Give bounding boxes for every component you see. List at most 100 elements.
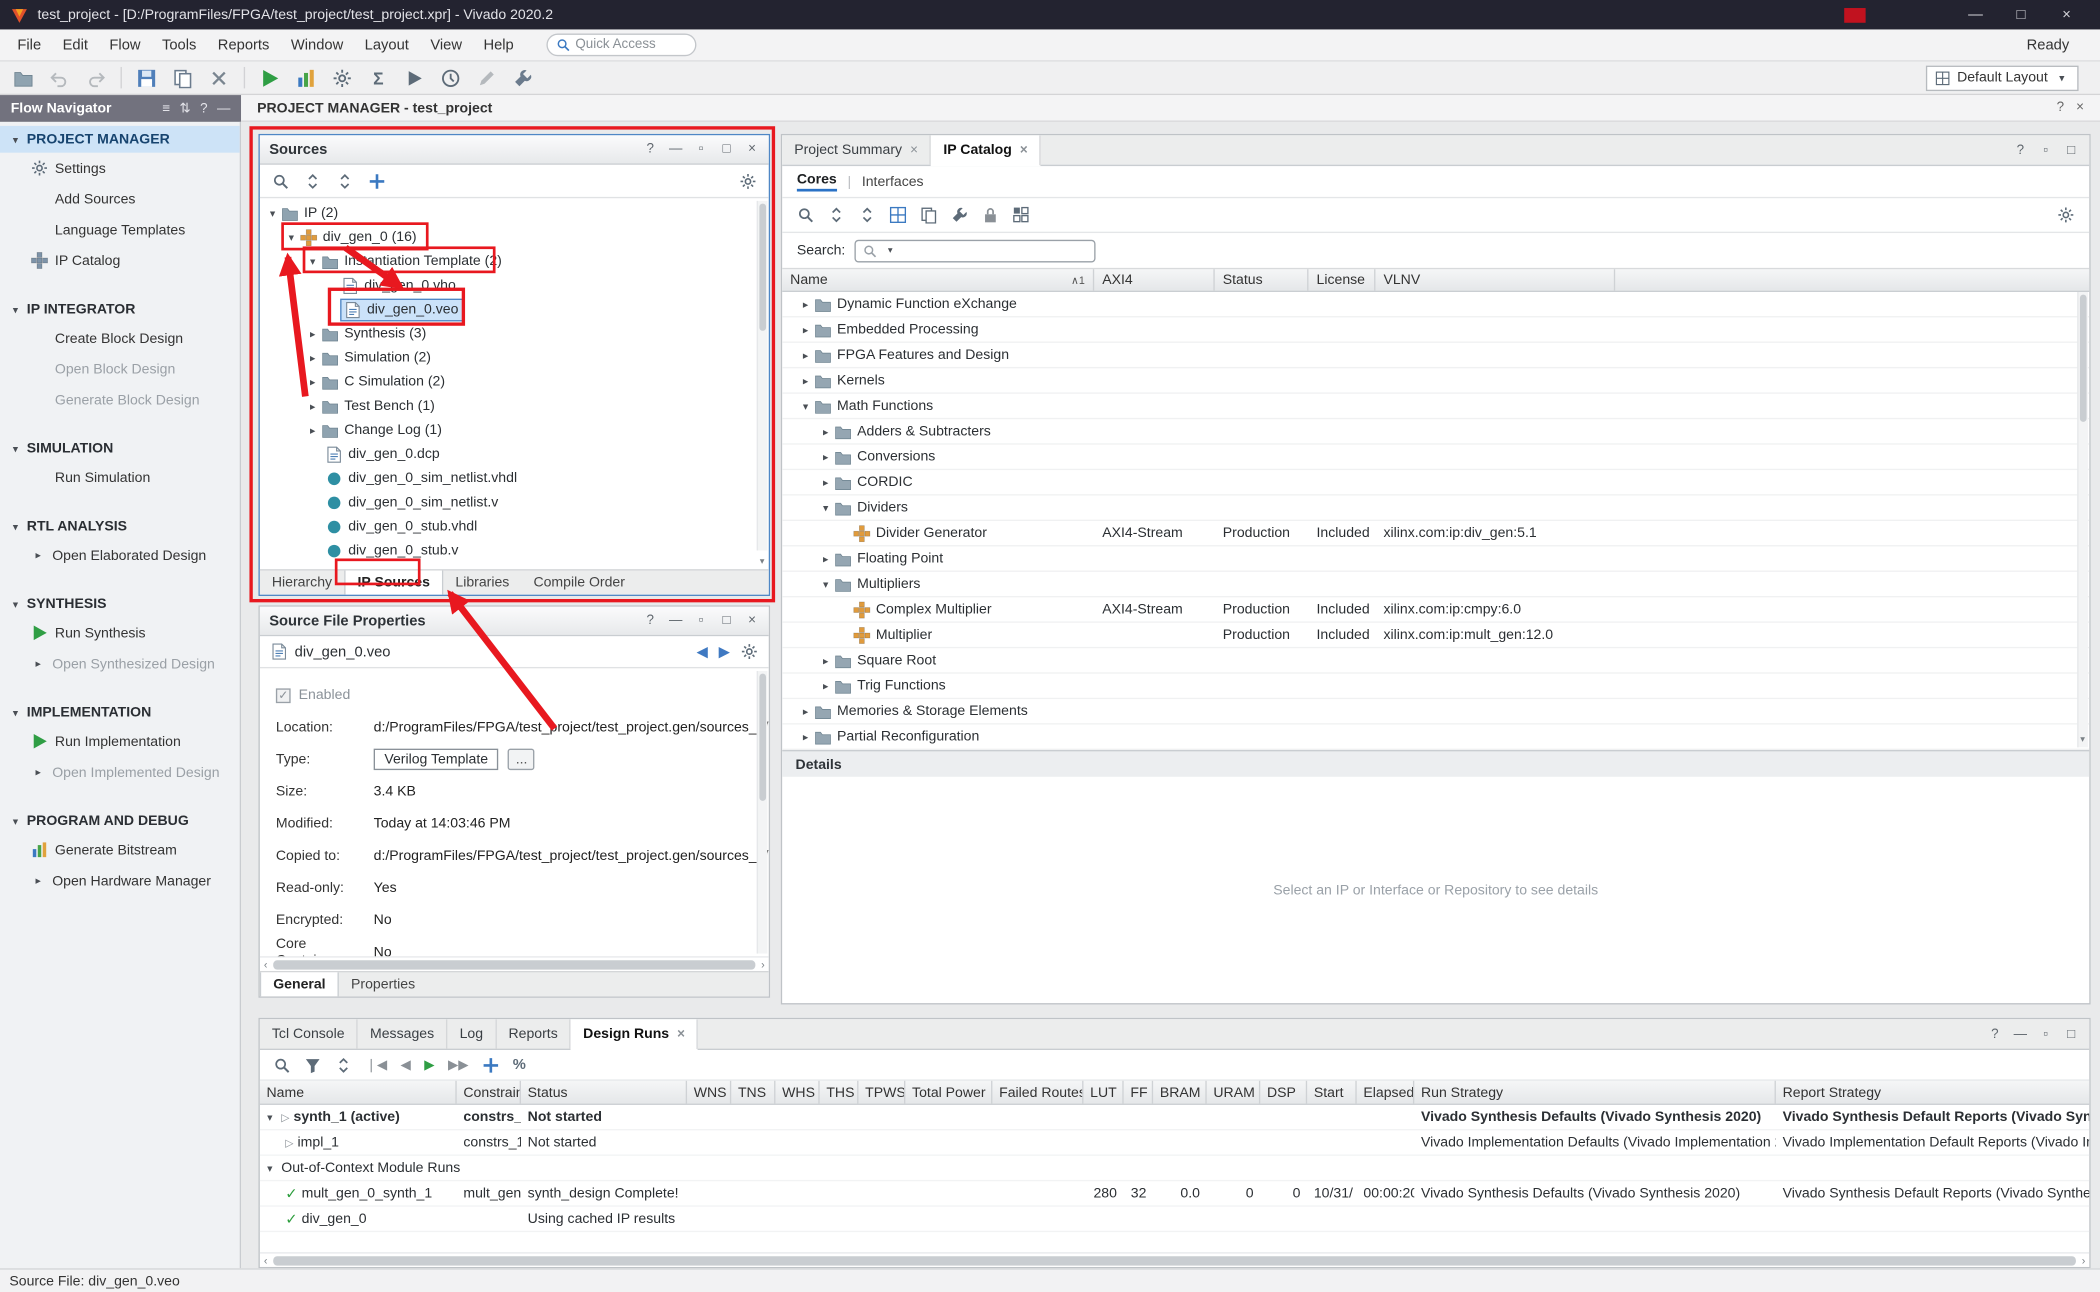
chevron-down-icon[interactable]: ▾	[263, 1111, 278, 1123]
flow-nav-section-synthesis[interactable]: ▾SYNTHESIS	[0, 591, 240, 618]
vertical-scrollbar[interactable]	[2077, 292, 2088, 747]
maximize-panel-icon[interactable]: □	[2064, 143, 2079, 158]
column-header[interactable]: Run Strategy	[1414, 1081, 1776, 1104]
float-panel-icon[interactable]: ▫	[694, 613, 709, 628]
chevron-right-icon[interactable]: ▸	[305, 327, 320, 339]
catalog-row[interactable]: ▸Memories & Storage Elements	[782, 699, 2089, 724]
tab-compile-order[interactable]: Compile Order	[521, 571, 637, 595]
chevron-right-icon[interactable]: ▸	[31, 549, 46, 561]
catalog-row[interactable]: ▸Square Root	[782, 648, 2089, 673]
flow-nav-item-open-hardware-manager[interactable]: ▸Open Hardware Manager	[0, 865, 240, 896]
minimize-window-icon[interactable]: —	[1953, 7, 1999, 23]
catalog-row[interactable]: ▸Kernels	[782, 368, 2089, 393]
settings-gear-icon[interactable]	[2057, 206, 2074, 223]
column-header[interactable]: WNS	[687, 1081, 731, 1104]
catalog-row-divider-generator[interactable]: Divider GeneratorAXI4-StreamProductionIn…	[782, 521, 2089, 546]
run-row-mult-gen-0-synth-1[interactable]: ✓mult_gen_0_synth_1 mult_gen_0synth_desi…	[260, 1181, 2089, 1206]
column-header[interactable]: Failed Routes	[992, 1081, 1083, 1104]
menu-reports[interactable]: Reports	[207, 29, 280, 60]
tree-item-simulation[interactable]: ▸Simulation (2)	[260, 346, 769, 370]
catalog-row-multiplier[interactable]: MultiplierProductionIncludedxilinx.com:i…	[782, 623, 2089, 648]
collapse-all-icon[interactable]	[828, 206, 845, 223]
tab-ip-catalog[interactable]: IP Catalog×	[931, 135, 1041, 166]
scroll-right-icon[interactable]: ›	[2082, 1254, 2086, 1266]
run-row-synth-1[interactable]: ▾▷synth_1 (active) constrs_1Not started …	[260, 1105, 2089, 1130]
float-panel-icon[interactable]: ▫	[2038, 1027, 2053, 1042]
chevron-down-icon[interactable]: ▾	[798, 400, 813, 412]
scroll-left-icon[interactable]: ‹	[264, 958, 268, 970]
run-row-impl-1[interactable]: ▷impl_1 constrs_1Not started Vivado Impl…	[260, 1130, 2089, 1155]
tab-tcl-console[interactable]: Tcl Console	[260, 1019, 358, 1048]
catalog-row-complex-multiplier[interactable]: Complex MultiplierAXI4-StreamProductionI…	[782, 597, 2089, 622]
flow-nav-section-program-and-debug[interactable]: ▾PROGRAM AND DEBUG	[0, 808, 240, 835]
settings-gear-icon[interactable]	[739, 172, 756, 189]
chevron-right-icon[interactable]: ▸	[798, 298, 813, 310]
step-back-icon[interactable]: ◀	[401, 1057, 411, 1072]
column-header-license[interactable]: License	[1308, 269, 1375, 290]
tree-item-test-bench[interactable]: ▸Test Bench (1)	[260, 394, 769, 418]
flow-nav-item-generate-block-design[interactable]: Generate Block Design	[0, 384, 240, 415]
flow-nav-section-simulation[interactable]: ▾SIMULATION	[0, 435, 240, 462]
run-icon[interactable]: ▶	[424, 1057, 434, 1072]
flow-nav-item-ip-catalog[interactable]: IP Catalog	[0, 245, 240, 276]
maximize-panel-icon[interactable]: □	[719, 613, 734, 628]
tree-item-change-log[interactable]: ▸Change Log (1)	[260, 418, 769, 442]
tree-item-instantiation-template[interactable]: ▾Instantiation Template (2)	[260, 249, 769, 273]
chevron-right-icon[interactable]: ▸	[798, 323, 813, 335]
flow-nav-item-open-block-design[interactable]: Open Block Design	[0, 354, 240, 385]
enabled-checkbox[interactable]: ✓	[276, 688, 291, 703]
float-panel-icon[interactable]: ▫	[694, 142, 709, 157]
redo-icon[interactable]	[80, 64, 111, 91]
tab-libraries[interactable]: Libraries	[443, 571, 521, 595]
type-dropdown[interactable]: Verilog Template	[374, 749, 499, 770]
column-header[interactable]: DSP	[1260, 1081, 1307, 1104]
report-icon[interactable]	[291, 64, 322, 91]
minimize-panel-icon[interactable]: —	[668, 142, 683, 157]
properties-panel-header[interactable]: Source File Properties ? — ▫ □ ×	[260, 607, 769, 636]
expand-all-icon[interactable]	[858, 206, 875, 223]
column-header[interactable]: Elapsed	[1357, 1081, 1415, 1104]
chevron-right-icon[interactable]: ▸	[818, 425, 833, 437]
skip-to-start-icon[interactable]: ❘◀	[366, 1057, 388, 1072]
tab-design-runs[interactable]: Design Runs×	[571, 1019, 698, 1050]
flow-nav-item-settings[interactable]: Settings	[0, 153, 240, 184]
subtab-interfaces[interactable]: Interfaces	[862, 173, 924, 189]
column-header-axi4[interactable]: AXI4	[1094, 269, 1215, 290]
catalog-row[interactable]: ▸Conversions	[782, 445, 2089, 470]
maximize-panel-icon[interactable]: □	[719, 142, 734, 157]
close-icon[interactable]: ×	[1020, 143, 1028, 158]
search-icon[interactable]	[797, 206, 814, 223]
undo-icon[interactable]	[44, 64, 75, 91]
chevron-right-icon[interactable]: ▸	[31, 766, 46, 778]
help-icon[interactable]: ?	[643, 142, 658, 157]
chevron-right-icon[interactable]: ▸	[818, 680, 833, 692]
tree-item-sim-netlist-v[interactable]: div_gen_0_sim_netlist.v	[260, 490, 769, 514]
tree-item-ip[interactable]: ▾IP (2)	[260, 201, 769, 225]
settings-gear-icon[interactable]	[327, 64, 358, 91]
close-icon[interactable]: ×	[910, 143, 918, 158]
details-icon[interactable]	[1013, 206, 1030, 223]
menu-layout[interactable]: Layout	[354, 29, 420, 60]
add-sources-icon[interactable]	[368, 172, 385, 189]
close-window-icon[interactable]: ×	[2044, 7, 2090, 23]
collapse-all-icon[interactable]	[304, 172, 321, 189]
search-input[interactable]: ▾	[855, 239, 1096, 262]
menu-view[interactable]: View	[420, 29, 473, 60]
float-panel-icon[interactable]: ▫	[2038, 143, 2053, 158]
tree-item-div-gen-0[interactable]: ▾div_gen_0 (16)	[260, 225, 769, 249]
scrollbar-thumb[interactable]	[2080, 295, 2087, 422]
column-header[interactable]: LUT	[1083, 1081, 1123, 1104]
horizontal-scrollbar[interactable]: ‹›	[260, 1252, 2089, 1267]
chevron-right-icon[interactable]: ▸	[818, 476, 833, 488]
forward-icon[interactable]: ▶	[719, 643, 730, 660]
column-header[interactable]: Total Power	[905, 1081, 992, 1104]
tree-item-stub-v[interactable]: div_gen_0_stub.v	[260, 538, 769, 562]
chevron-right-icon[interactable]: ▸	[798, 731, 813, 743]
column-header[interactable]: WHS	[775, 1081, 819, 1104]
tab-hierarchy[interactable]: Hierarchy	[260, 571, 344, 595]
save-icon[interactable]	[131, 64, 162, 91]
open-folder-icon[interactable]	[8, 64, 39, 91]
flow-nav-item-open-implemented-design[interactable]: ▸Open Implemented Design	[0, 757, 240, 788]
chevron-right-icon[interactable]: ▸	[31, 658, 46, 670]
catalog-row[interactable]: ▸Trig Functions	[782, 674, 2089, 699]
